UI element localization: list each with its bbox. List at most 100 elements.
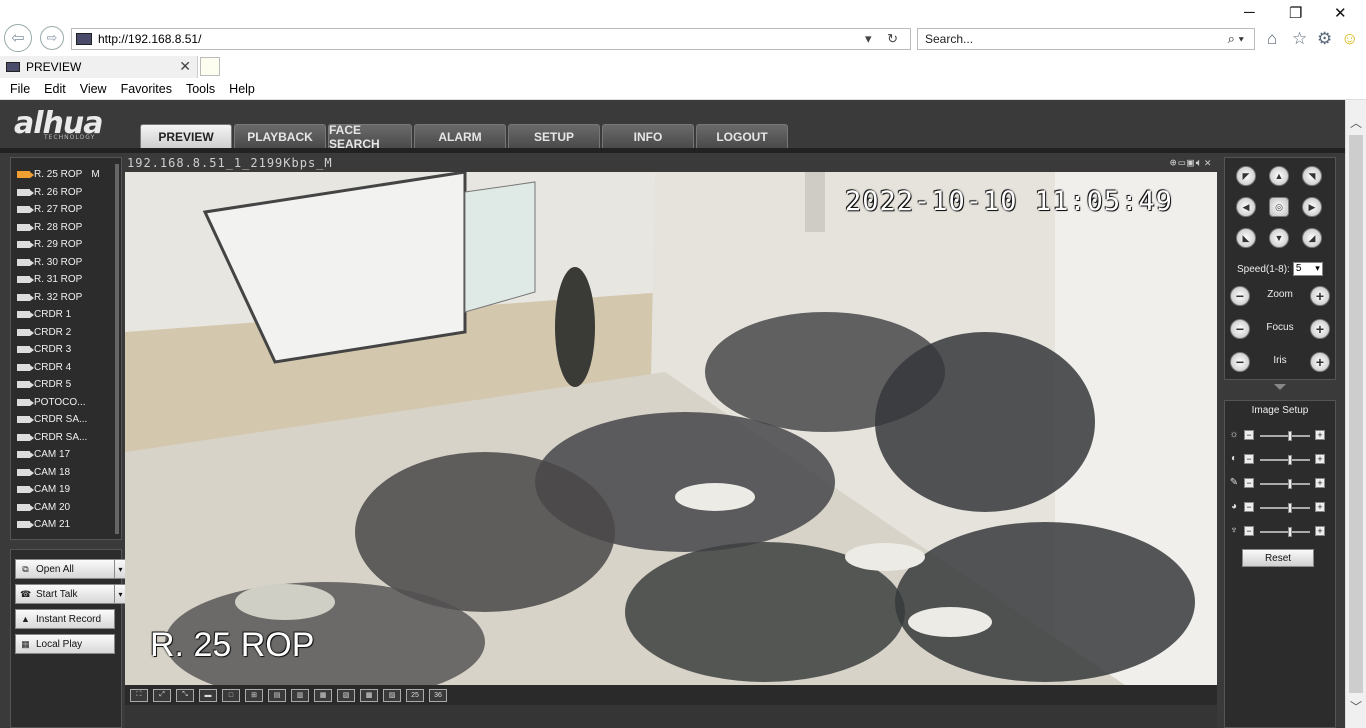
brightness-slider[interactable]: ☼ − + [1228, 429, 1332, 443]
channel-item[interactable]: CRDR 4 [17, 359, 71, 376]
layout-1-icon[interactable]: □ [222, 688, 240, 702]
channel-item[interactable]: CRDR 3 [17, 341, 71, 358]
menu-favorites[interactable]: Favorites [121, 82, 172, 96]
minimize-icon[interactable]: ─ [1244, 4, 1255, 21]
layout-13-icon[interactable]: ▧ [337, 688, 355, 702]
expand-icon[interactable]: ⤡ [176, 688, 194, 702]
tab-playback[interactable]: PLAYBACK [234, 124, 326, 148]
address-input[interactable]: http://192.168.8.51/ ▾ ↻ [71, 28, 911, 50]
slider-track[interactable] [1260, 527, 1310, 537]
close-window-icon[interactable]: ✕ [1334, 4, 1347, 22]
channel-item[interactable]: R. 28 ROP [17, 219, 82, 236]
ptz-up-right-icon[interactable]: ◥ [1302, 166, 1322, 186]
channel-item[interactable]: R. 30 ROP [17, 254, 82, 271]
saturation-slider[interactable]: ✎ − + [1228, 477, 1332, 491]
layout-9-icon[interactable]: ▦ [314, 688, 332, 702]
channel-item[interactable]: CAM 20 [17, 499, 70, 516]
tab-alarm[interactable]: ALARM [414, 124, 506, 148]
channel-item[interactable]: R. 26 ROP [17, 184, 82, 201]
channel-item[interactable]: R. 32 ROP [17, 289, 82, 306]
forward-button[interactable]: ⇨ [40, 26, 64, 50]
focus-plus-button[interactable]: + [1310, 319, 1330, 339]
slider-track[interactable] [1260, 455, 1310, 465]
menu-tools[interactable]: Tools [186, 82, 215, 96]
slider-knob[interactable] [1288, 527, 1292, 537]
slider-plus-button[interactable]: + [1315, 454, 1325, 464]
menu-edit[interactable]: Edit [44, 82, 66, 96]
zoom-in-icon[interactable]: ⊕ [1170, 156, 1179, 169]
home-icon[interactable]: ⌂ [1267, 29, 1277, 49]
layout-36-button[interactable]: 36 [429, 688, 447, 702]
slider-track[interactable] [1260, 479, 1310, 489]
channel-item[interactable]: CRDR SA... [17, 429, 87, 446]
layout-25-button[interactable]: 25 [406, 688, 424, 702]
contrast-slider[interactable]: ◐ − + [1228, 453, 1332, 467]
ptz-down-right-icon[interactable]: ◢ [1302, 228, 1322, 248]
ptz-up-icon[interactable]: ▲ [1269, 166, 1289, 186]
layout-20-icon[interactable]: ▨ [383, 688, 401, 702]
record-icon[interactable]: ▣ [1187, 156, 1196, 169]
channel-item[interactable]: CRDR 1 [17, 306, 71, 323]
back-button[interactable]: ⇦ [4, 24, 32, 52]
focus-minus-button[interactable]: − [1230, 319, 1250, 339]
scroll-down-icon[interactable]: ﹀ [1350, 698, 1362, 715]
ptz-center-icon[interactable]: ◎ [1269, 197, 1289, 217]
slider-minus-button[interactable]: − [1244, 478, 1254, 488]
start-talk-button[interactable]: ☎ Start Talk ▾ [15, 584, 127, 604]
smiley-icon[interactable]: ☺ [1341, 29, 1358, 49]
menu-file[interactable]: File [10, 82, 30, 96]
slider-plus-button[interactable]: + [1315, 430, 1325, 440]
tab-setup[interactable]: SETUP [508, 124, 600, 148]
gear-icon[interactable]: ⚙ [1317, 29, 1332, 49]
channel-item[interactable]: R. 29 ROP [17, 236, 82, 253]
iris-minus-button[interactable]: − [1230, 352, 1250, 372]
layout-6-icon[interactable]: ▤ [268, 688, 286, 702]
layout-16-icon[interactable]: ▩ [360, 688, 378, 702]
new-tab-button[interactable] [200, 57, 220, 76]
slider-minus-button[interactable]: − [1244, 430, 1254, 440]
channel-item[interactable]: CAM 18 [17, 464, 70, 481]
menu-view[interactable]: View [80, 82, 107, 96]
slider-knob[interactable] [1288, 455, 1292, 465]
scroll-up-icon[interactable]: ︿ [1350, 114, 1362, 131]
slider-minus-button[interactable]: − [1244, 502, 1254, 512]
video-window-tools[interactable]: ⊕▭▣🔈︎✕ [1170, 156, 1213, 170]
channel-item[interactable]: CRDR 2 [17, 324, 71, 341]
slider-plus-button[interactable]: + [1315, 478, 1325, 488]
video-feed[interactable]: 2022-10-10 11:05:49 R. 25 ROP [125, 172, 1217, 685]
local-play-button[interactable]: ▦ Local Play [15, 634, 115, 654]
layout-4-icon[interactable]: ⊞ [245, 688, 263, 702]
restore-icon[interactable]: ❐ [1289, 4, 1302, 22]
search-input[interactable]: Search... ⌕ ▾ [917, 28, 1255, 50]
ptz-down-left-icon[interactable]: ◣ [1236, 228, 1256, 248]
channel-item[interactable]: POTOCO... [17, 394, 86, 411]
channel-item[interactable]: CRDR 5 [17, 376, 71, 393]
tab-info[interactable]: INFO [602, 124, 694, 148]
favorites-star-icon[interactable]: ☆ [1292, 29, 1307, 49]
close-video-icon[interactable]: ✕ [1204, 156, 1213, 169]
tab-logout[interactable]: LOGOUT [696, 124, 788, 148]
browser-tab[interactable]: PREVIEW ✕ [0, 56, 198, 78]
hue-slider[interactable]: ◕ − + [1228, 501, 1332, 515]
slider-plus-button[interactable]: + [1315, 502, 1325, 512]
channel-item[interactable]: R. 25 ROP M [17, 166, 100, 183]
slider-knob[interactable] [1288, 503, 1292, 513]
ptz-up-left-icon[interactable]: ◤ [1236, 166, 1256, 186]
layout-8-icon[interactable]: ▥ [291, 688, 309, 702]
snapshot-icon[interactable]: ▭ [1179, 156, 1188, 169]
channel-item[interactable]: CRDR SA... [17, 411, 87, 428]
scrollbar-thumb[interactable] [1349, 135, 1363, 693]
slider-minus-button[interactable]: − [1244, 526, 1254, 536]
menu-help[interactable]: Help [229, 82, 255, 96]
tab-face-search[interactable]: FACE SEARCH [328, 123, 412, 151]
widescreen-icon[interactable]: ▬ [199, 688, 217, 702]
sharpness-slider[interactable]: ♆ − + [1228, 525, 1332, 539]
iris-plus-button[interactable]: + [1310, 352, 1330, 372]
slider-knob[interactable] [1288, 431, 1292, 441]
slider-plus-button[interactable]: + [1315, 526, 1325, 536]
fullscreen-icon[interactable]: ⛶ [130, 688, 148, 702]
instant-record-button[interactable]: ▲ Instant Record [15, 609, 115, 629]
tab-preview[interactable]: PREVIEW [140, 124, 232, 148]
channel-item[interactable]: CAM 19 [17, 481, 70, 498]
page-scrollbar[interactable]: ︿ ﹀ [1345, 100, 1366, 728]
